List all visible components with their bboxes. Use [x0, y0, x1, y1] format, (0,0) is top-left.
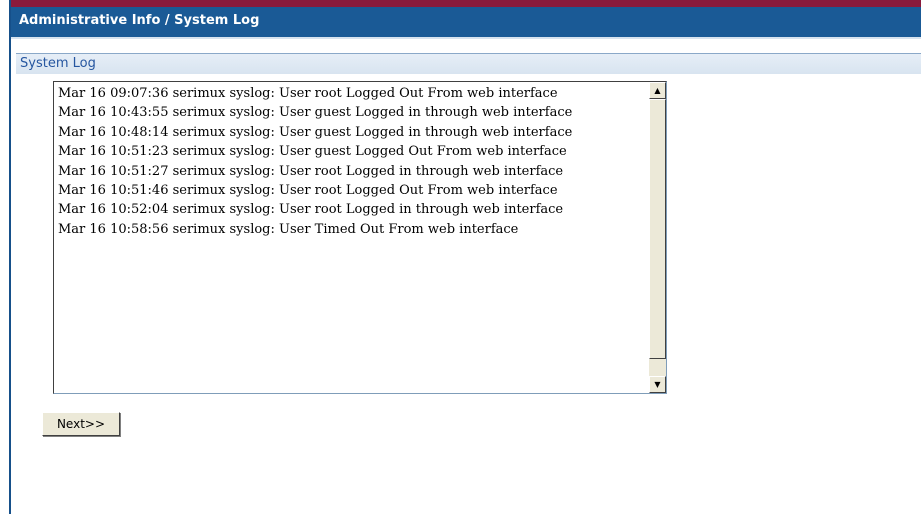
log-line: Mar 16 10:52:04 serimux syslog: User roo…: [58, 202, 564, 218]
top-accent-strip: [11, 0, 921, 7]
scroll-up-button[interactable]: ▲: [649, 82, 666, 99]
log-line: Mar 16 10:51:46 serimux syslog: User roo…: [58, 183, 558, 199]
log-line: Mar 16 09:07:36 serimux syslog: User roo…: [58, 86, 558, 101]
system-log-textarea[interactable]: Mar 16 09:07:36 serimux syslog: User roo…: [53, 81, 667, 394]
log-line: Mar 16 10:48:14 serimux syslog: User gue…: [58, 124, 573, 140]
log-line: Mar 16 10:43:55 serimux syslog: User gue…: [58, 105, 573, 121]
section-title: System Log: [16, 53, 921, 74]
vertical-scrollbar[interactable]: ▲ ▼: [649, 82, 666, 393]
next-button[interactable]: Next>>: [42, 412, 120, 436]
page-title: Administrative Info / System Log: [11, 7, 921, 39]
scroll-thumb[interactable]: [649, 99, 666, 359]
log-line: Mar 16 10:51:27 serimux syslog: User roo…: [58, 163, 564, 179]
scroll-down-button[interactable]: ▼: [649, 376, 666, 393]
log-line: Mar 16 10:58:56 serimux syslog: User Tim…: [58, 221, 519, 237]
log-line: Mar 16 10:51:23 serimux syslog: User gue…: [58, 144, 567, 160]
log-text: Mar 16 09:07:36 serimux syslog: User roo…: [58, 84, 642, 239]
arrow-up-icon: ▲: [654, 86, 661, 95]
arrow-down-icon: ▼: [654, 380, 661, 389]
